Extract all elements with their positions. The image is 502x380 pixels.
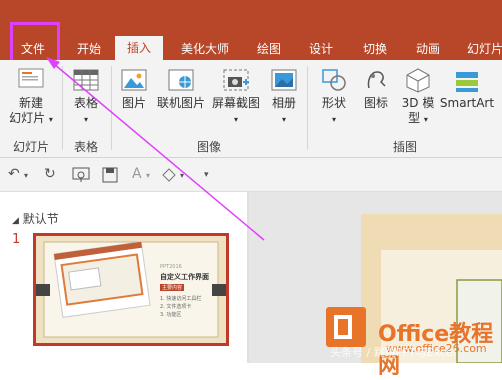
pointer-arrow [46, 57, 265, 241]
watermark-credit: 头条号 / 跳跳PPT与Excel [330, 346, 456, 359]
